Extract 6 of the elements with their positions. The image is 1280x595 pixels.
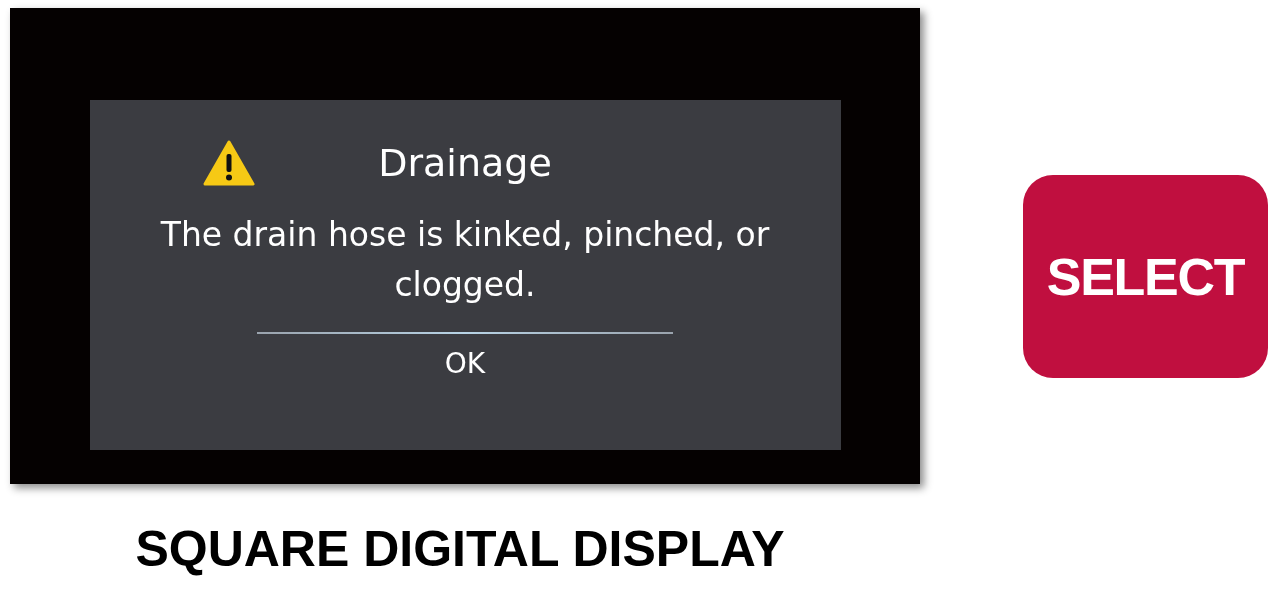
dialog-message: The drain hose is kinked, pinched, or clogged. (159, 214, 771, 306)
dialog-title: Drainage (378, 144, 552, 182)
display-caption: SQUARE DIGITAL DISPLAY (135, 524, 785, 574)
select-button[interactable]: SELECT (1023, 175, 1268, 378)
ok-button[interactable]: OK (424, 348, 506, 380)
warning-icon (202, 140, 255, 186)
